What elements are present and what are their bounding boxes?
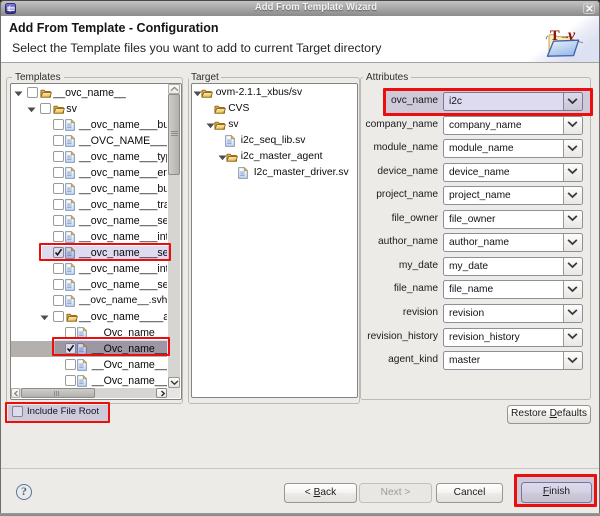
svg-text:ν: ν	[568, 27, 576, 44]
svg-text:T: T	[550, 28, 560, 44]
